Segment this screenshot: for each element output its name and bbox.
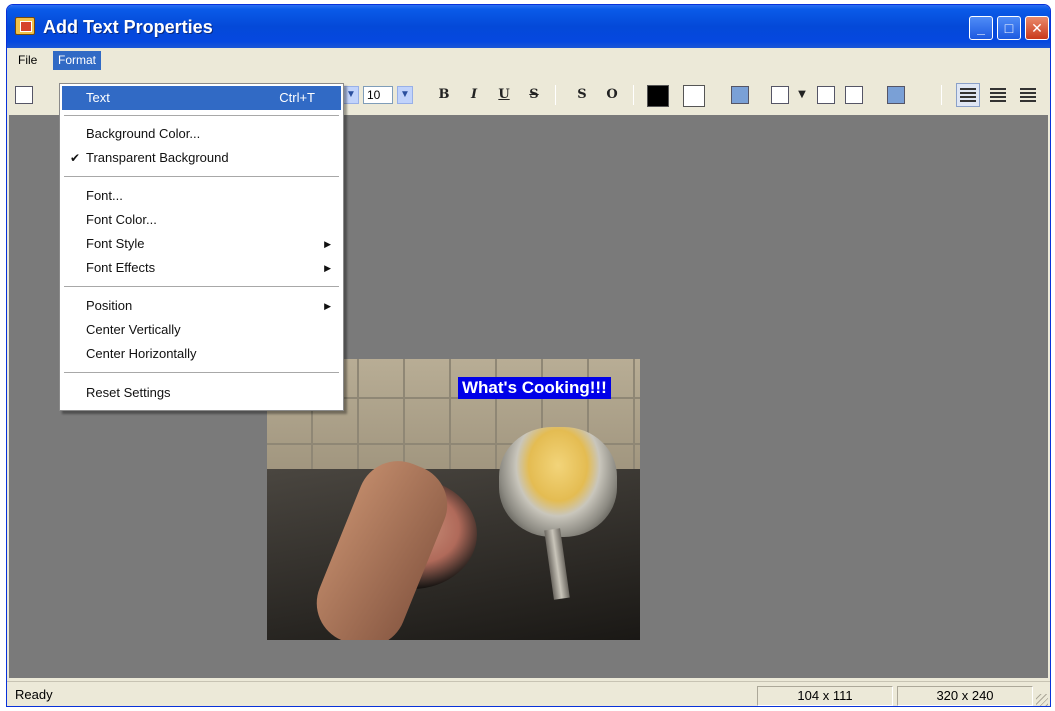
submenu-arrow-icon: ▶ [324,301,331,311]
menu-item-text[interactable]: Text Ctrl+T [62,86,341,110]
background-color-swatch[interactable] [683,85,705,107]
resize-grip-icon[interactable] [1036,694,1048,706]
menu-item-font-style-label: Font Style [86,236,145,251]
bold-button[interactable]: B [433,84,455,106]
transparent-background-icon[interactable] [731,86,749,104]
outline-button[interactable]: O [601,84,623,106]
title-bar[interactable]: Add Text Properties _ □ ✕ [7,5,1050,48]
close-button[interactable]: ✕ [1025,16,1049,40]
menu-separator [64,286,339,288]
menu-separator [64,176,339,178]
align-left-icon[interactable] [960,88,976,102]
overlay-text[interactable]: What's Cooking!!! [458,377,611,399]
menu-item-font-effects[interactable]: Font Effects ▶ [62,256,341,280]
center-horizontally-icon[interactable] [845,86,863,104]
menu-item-font-style[interactable]: Font Style ▶ [62,232,341,256]
font-name-dropdown-arrow[interactable]: ▼ [343,86,359,104]
menu-separator [64,115,339,117]
menu-item-transparent-background-label: Transparent Background [86,150,229,165]
status-text: Ready [15,687,53,702]
format-menu-dropdown: Text Ctrl+T Background Color... ✔ Transp… [59,83,344,411]
center-vertically-icon[interactable] [817,86,835,104]
window-title: Add Text Properties [43,17,213,37]
submenu-arrow-icon: ▶ [324,263,331,273]
font-size-input[interactable]: 10 [363,86,393,104]
menu-separator [64,372,339,374]
italic-button[interactable]: I [463,84,485,106]
menu-item-text-label: Text [86,90,110,105]
menu-item-center-vertically[interactable]: Center Vertically [62,318,341,342]
font-color-swatch[interactable] [647,85,669,107]
menu-item-font-effects-label: Font Effects [86,260,156,275]
menu-item-text-shortcut: Ctrl+T [279,90,315,105]
toolbar-separator [941,85,942,105]
cursor-position: 104 x 111 [757,686,893,706]
app-icon [15,17,35,35]
shadow-button[interactable]: S [571,84,593,106]
menu-item-font[interactable]: Font... [62,184,341,208]
checkmark-icon: ✔ [70,151,81,165]
maximize-button[interactable]: □ [997,16,1021,40]
toolbar-separator [555,85,556,105]
menu-item-transparent-background[interactable]: ✔ Transparent Background [62,146,341,170]
position-icon[interactable] [771,86,789,104]
align-right-icon[interactable] [1020,88,1036,102]
menu-item-position-label: Position [86,298,133,313]
toolbar-separator [633,85,634,105]
status-bar: Ready 104 x 111 320 x 240 [7,681,1050,706]
new-document-icon[interactable] [15,86,33,104]
position-dropdown-arrow[interactable]: ▼ [791,84,813,106]
minimize-button[interactable]: _ [969,16,993,40]
underline-button[interactable]: U [493,84,515,106]
menu-bar: File Format [7,48,1050,72]
menu-item-background-color[interactable]: Background Color... [62,122,341,146]
align-center-icon[interactable] [990,88,1006,102]
image-size: 320 x 240 [897,686,1033,706]
submenu-arrow-icon: ▶ [324,239,331,249]
app-window: Add Text Properties _ □ ✕ File Format ▼ … [6,4,1051,707]
menu-item-center-horizontally[interactable]: Center Horizontally [62,342,341,366]
menu-item-position[interactable]: Position ▶ [62,294,341,318]
pot-with-pasta [499,427,617,537]
font-size-dropdown-arrow[interactable]: ▼ [397,86,413,104]
strikethrough-button[interactable]: S [523,84,545,106]
menu-file[interactable]: File [13,51,42,70]
menu-item-font-color[interactable]: Font Color... [62,208,341,232]
menu-item-reset-settings[interactable]: Reset Settings [62,381,341,405]
text-properties-icon[interactable] [887,86,905,104]
menu-format[interactable]: Format [53,51,102,70]
